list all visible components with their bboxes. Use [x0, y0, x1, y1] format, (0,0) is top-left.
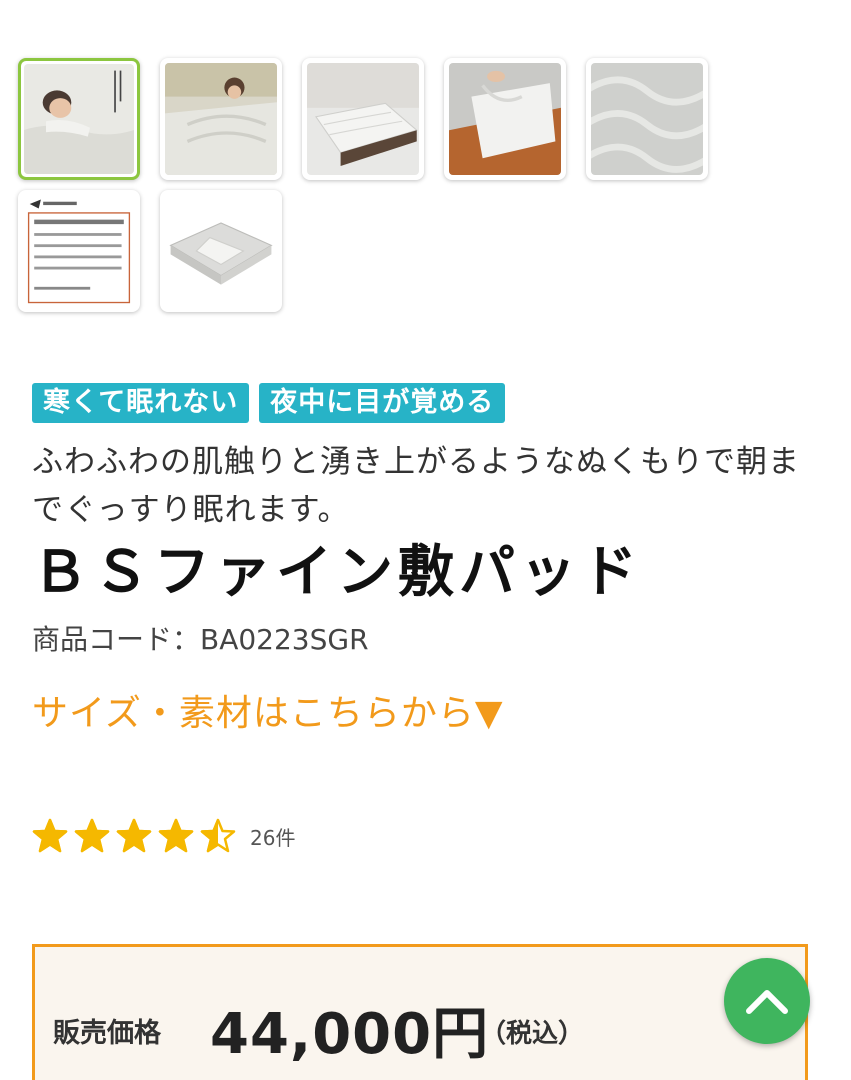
thumbnail-woman-on-pad[interactable] — [18, 58, 140, 180]
rating[interactable]: 26件 — [32, 818, 295, 854]
back-to-top-button[interactable] — [724, 958, 810, 1044]
product-code: 商品コード：BA0223SGR — [32, 623, 369, 656]
thumbnail-folded-pad[interactable] — [160, 190, 282, 312]
tag-list: 寒くて眠れない 夜中に目が覚める — [32, 383, 506, 423]
thumbnail-woman-in-bed[interactable] — [160, 58, 282, 180]
thumbnail-customer-voice[interactable] — [18, 190, 140, 312]
customer-voice-card — [23, 195, 135, 307]
star-full-icon — [32, 818, 68, 853]
thumbnail-elastic-corner[interactable] — [444, 58, 566, 180]
thumbnail-row — [18, 58, 718, 180]
woman-in-bed-photo — [165, 63, 277, 175]
price-box: 販売価格 44,000円 （税込） — [32, 944, 808, 1080]
product-title: ＢＳファイン敷パッド — [32, 540, 642, 605]
star-full-icon — [158, 818, 194, 853]
star-full-icon — [74, 818, 110, 853]
woman-on-pad-photo — [24, 64, 134, 174]
rating-stars — [32, 818, 242, 854]
thumbnail-row — [18, 190, 718, 312]
price-value: 44,000円 — [210, 1002, 490, 1067]
product-gallery — [18, 58, 718, 322]
size-material-link[interactable]: サイズ・素材はこちらから▼ — [32, 690, 504, 738]
tag-wake-at-night: 夜中に目が覚める — [259, 383, 506, 423]
review-count[interactable]: 26件 — [250, 822, 295, 851]
fabric-closeup-photo — [591, 63, 703, 175]
tag-cold: 寒くて眠れない — [32, 383, 250, 423]
star-half-icon — [200, 818, 236, 853]
bed-with-pad-photo — [307, 63, 419, 175]
chevron-up-icon — [746, 990, 788, 1014]
price-label: 販売価格 — [53, 1018, 161, 1049]
thumbnail-bed[interactable] — [302, 58, 424, 180]
thumbnail-fabric[interactable] — [586, 58, 708, 180]
star-full-icon — [116, 818, 152, 853]
price-tax-note: （税込） — [480, 1019, 585, 1049]
catchcopy: ふわふわの肌触りと湧き上がるようなぬくもりで朝までぐっすり眠れます。 — [32, 444, 800, 528]
elastic-corner-photo — [449, 63, 561, 175]
folded-pad-photo — [165, 195, 277, 307]
